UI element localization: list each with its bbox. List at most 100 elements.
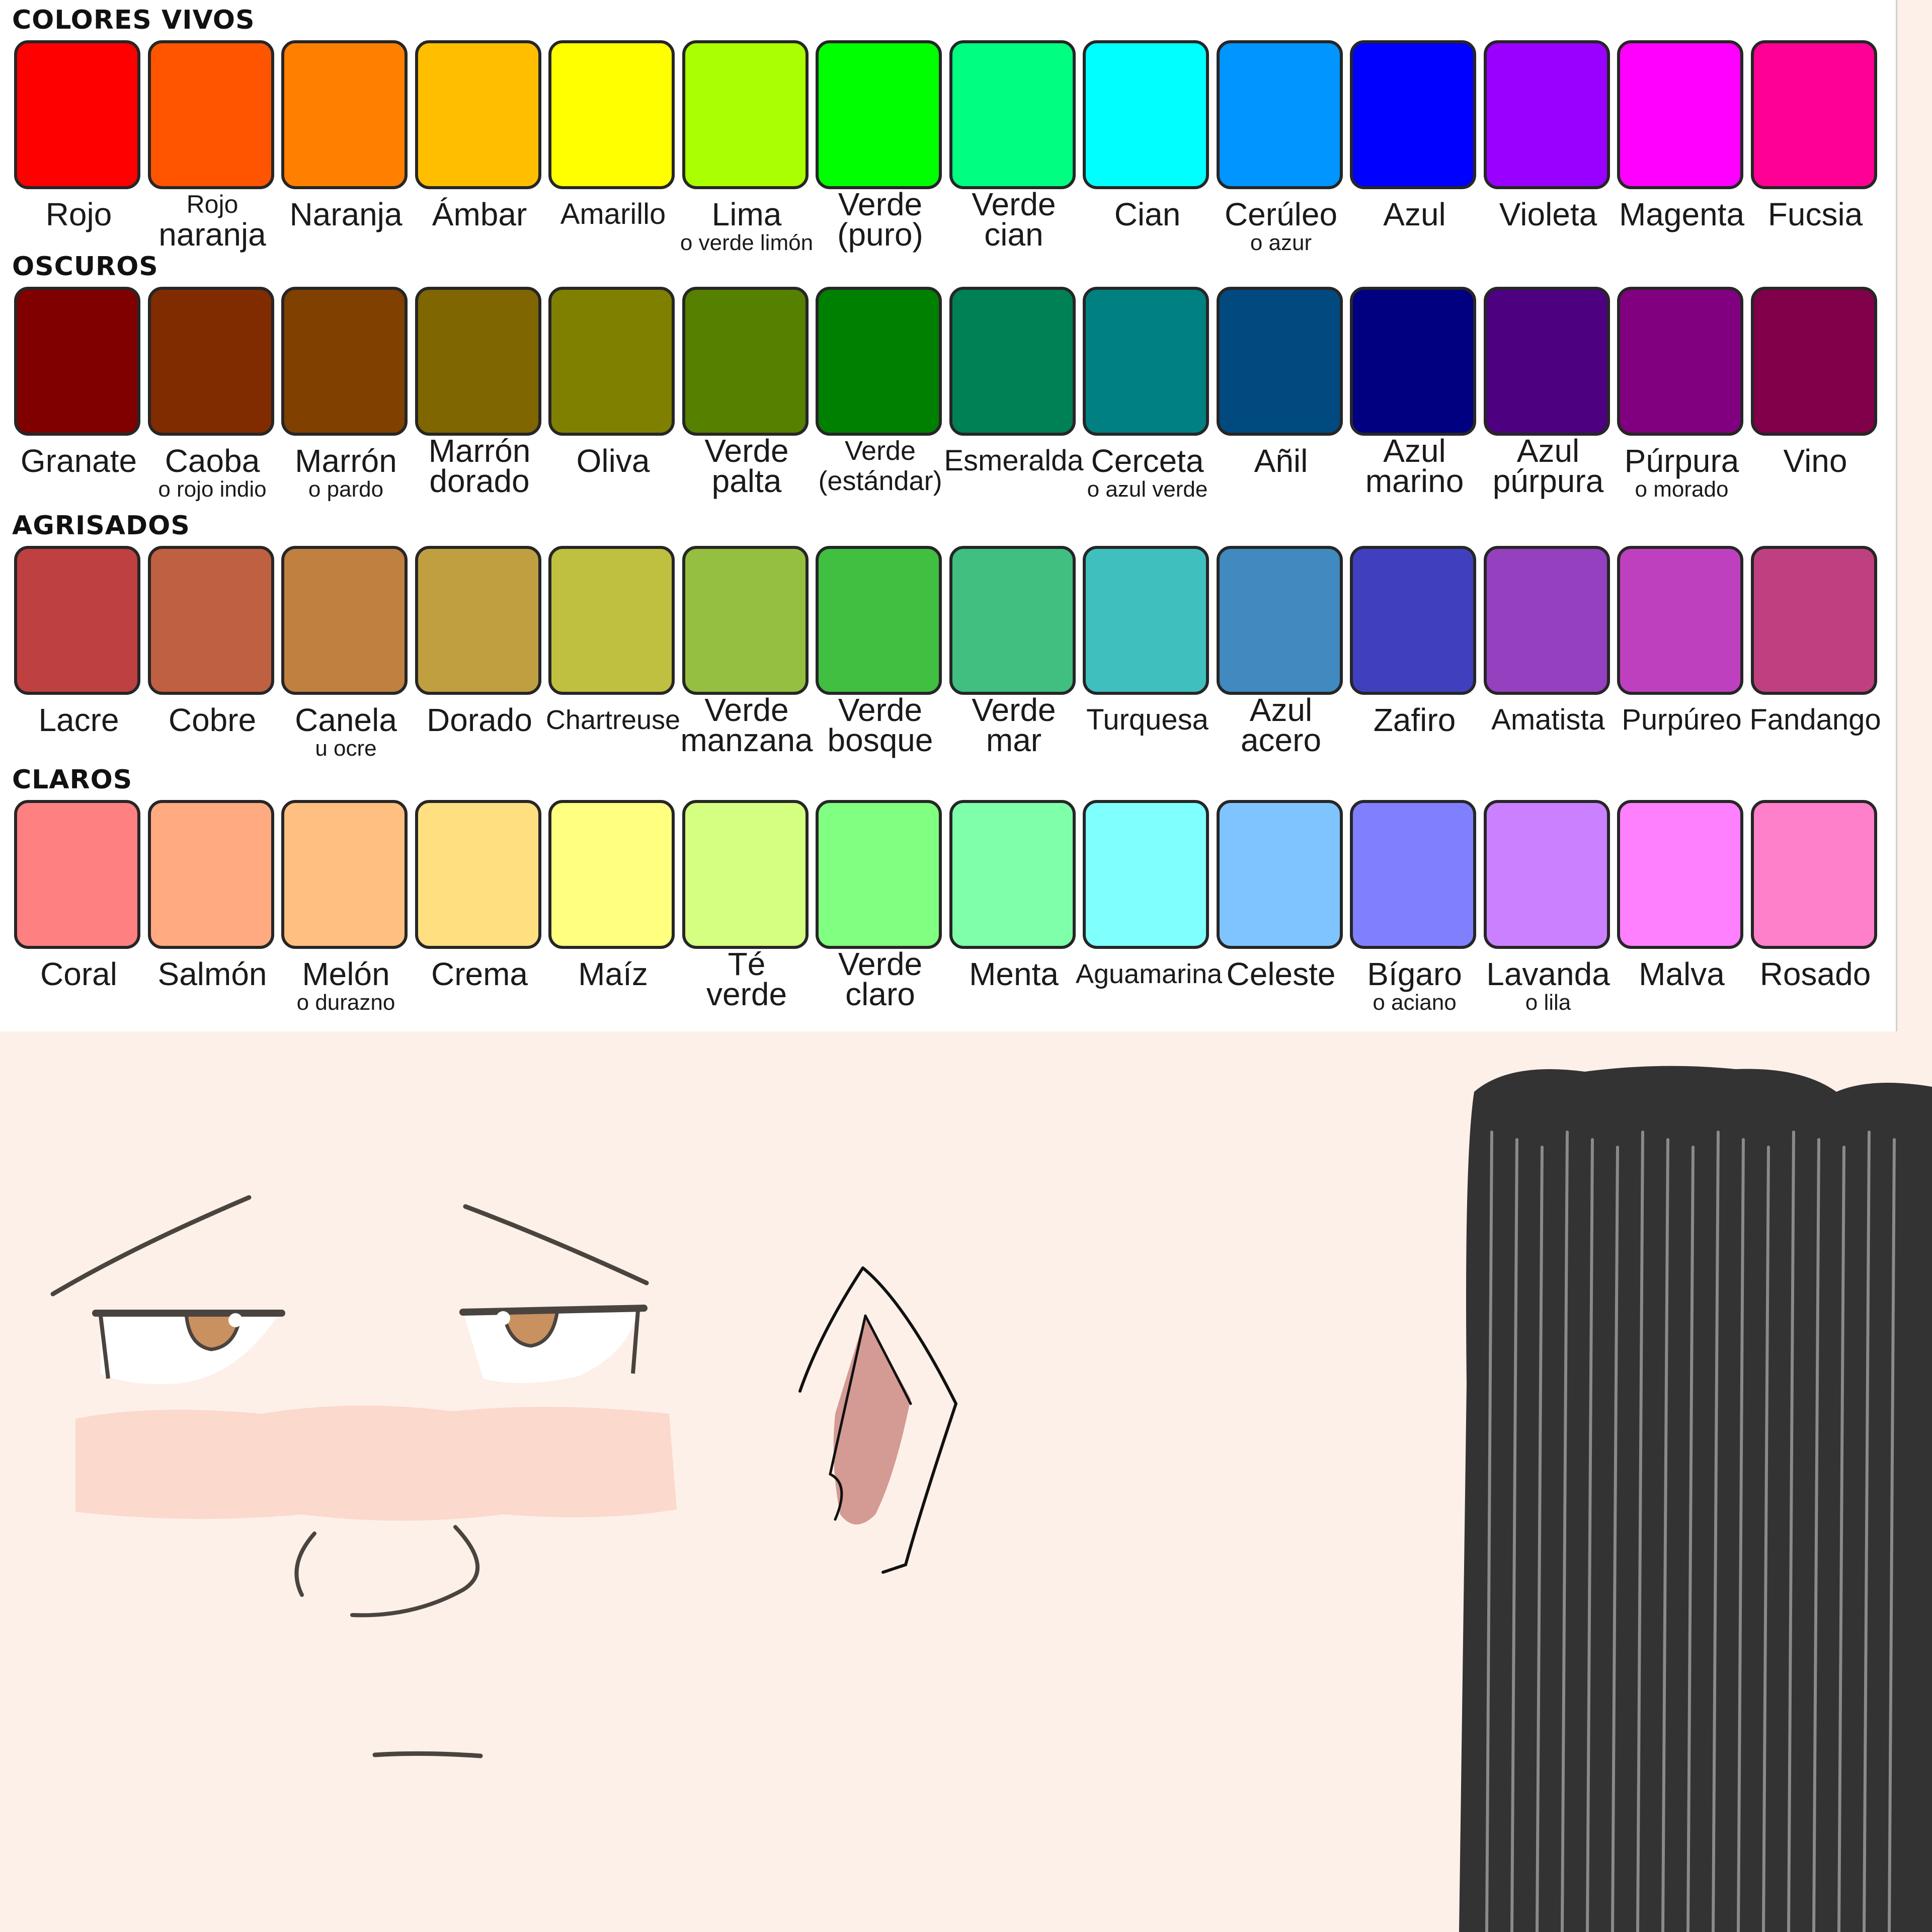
color-cell: Esmeralda [944,287,1084,498]
color-name-line: Menta [969,956,1059,992]
color-cell: Lacre [12,546,145,757]
color-name: Verde (puro) [809,186,952,251]
color-name-line: Púrpura [1624,443,1739,479]
color-name: Verde mar [942,694,1086,758]
color-cell: Verde palta [680,287,814,498]
color-name-line: Lavanda [1486,956,1610,992]
color-cell: Purpúreo [1615,546,1748,757]
color-name-line: Canela [295,702,397,738]
color-subname: o durazno [296,990,395,1015]
color-cell: Verde (puro) [814,40,947,252]
color-swatch [1750,800,1877,949]
color-swatch [1216,40,1343,189]
color-swatch [415,546,541,695]
color-cell: Verde (estándar) [814,287,947,498]
color-swatch [415,40,541,189]
color-swatch [548,40,675,189]
color-name-line: Lima [711,196,782,232]
color-name-line: Añil [1254,443,1308,479]
color-swatch [1617,800,1743,949]
color-cell: Cerceta o azul verde [1081,287,1214,501]
color-name-line: Zafiro [1373,702,1456,738]
color-name: Salmón [141,956,284,992]
color-name-line: Marrón [295,443,397,479]
color-name-line: Verde [838,692,923,728]
color-name-line: mar [986,722,1042,758]
color-swatch [1483,800,1610,949]
section-title: CLAROS [12,765,133,795]
color-name: Granate [7,445,150,477]
color-name-line: Vino [1783,443,1847,479]
color-name: Rojo [7,196,150,232]
color-name: Lima [675,196,819,232]
color-swatch [548,546,675,695]
color-cell: Azul acero [1215,546,1348,757]
color-name-line: Bígaro [1367,956,1462,992]
color-swatch [1350,287,1476,436]
color-name-line: Salmón [157,956,267,992]
color-swatch [1617,40,1743,189]
color-swatch [816,287,942,436]
color-swatch [816,800,942,949]
color-cell: Amatista [1482,546,1615,757]
color-swatch [1083,40,1209,189]
color-name: Coral [7,958,150,990]
color-swatch [147,546,274,695]
color-subname: o rojo indio [158,477,267,502]
color-name-line: Azul [1383,433,1446,469]
color-name-line: (estándar) [818,466,942,496]
color-name-line: verde [706,976,787,1012]
color-swatch [281,40,408,189]
color-name-line: Amarillo [560,198,666,230]
section-title: OSCUROS [12,252,158,282]
color-name: Fucsia [1744,198,1887,230]
color-name-line: Rojo [45,196,112,232]
color-name: Amarillo [541,199,685,229]
color-cell: Fandango [1749,546,1882,757]
color-swatch [415,287,541,436]
color-section: OSCUROS Granate Caoba o rojo indio Marrón o p… [0,247,1896,502]
color-name-line: Rosado [1759,956,1871,992]
color-name-line: Cerúleo [1224,196,1338,232]
color-cell: Rosado [1749,800,1882,1011]
color-name: Ámbar [408,198,551,230]
color-cell: Verde bosque [814,546,947,757]
color-name-line: Aguamarina [1076,959,1223,989]
color-swatch [147,800,274,949]
color-name-line: palta [711,463,782,499]
color-name-line: claro [845,976,915,1012]
color-cell: Azul [1348,40,1481,252]
color-name: Dorado [408,704,551,736]
color-name: Purpúreo [1610,705,1753,735]
color-cell: Verde mar [947,546,1081,757]
color-name-line: Verde [838,186,923,222]
color-name: Canela [274,702,418,738]
color-swatch [281,287,408,436]
color-cell: Verde cian [947,40,1081,252]
color-name: Esmeralda [942,446,1086,476]
color-swatch [281,546,408,695]
color-name-line: Amatista [1491,703,1605,736]
color-name-line: acero [1240,722,1322,758]
color-swatch [949,287,1076,436]
color-name-line: bosque [827,722,933,758]
color-name-line: Celeste [1226,956,1336,992]
color-swatch [1216,800,1343,949]
color-swatch [682,287,809,436]
color-swatch [14,546,140,695]
color-swatch [1483,40,1610,189]
color-cell: Cian [1081,40,1214,252]
color-swatch [1617,287,1743,436]
color-cell: Canela u ocre [279,546,413,760]
color-swatch [1617,546,1743,695]
color-subname: o pardo [308,477,384,502]
color-name-line: Melón [302,956,390,992]
color-cell: Melón o durazno [279,800,413,1014]
color-cell: Amarillo [546,40,680,252]
color-cell: Caoba o rojo indio [146,287,279,501]
color-swatch [147,40,274,189]
color-swatch [949,40,1076,189]
color-name: Verde palta [675,435,819,499]
color-name: Turquesa [1076,705,1219,735]
color-name: Verde bosque [809,692,952,758]
